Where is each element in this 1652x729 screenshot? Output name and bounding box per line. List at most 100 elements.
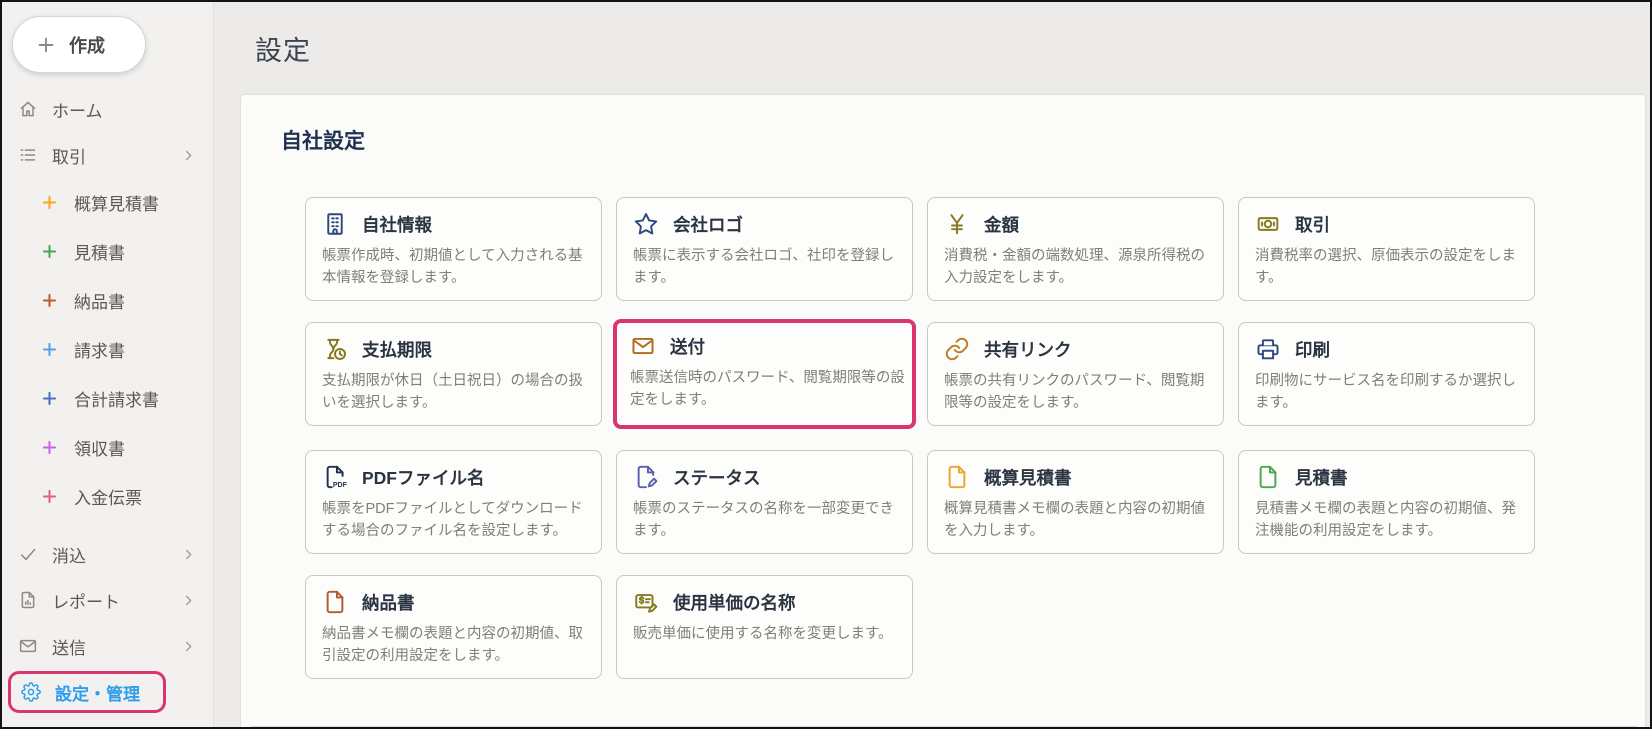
settings-card-status[interactable]: ステータス帳票のステータスの名称を一部変更できます。	[616, 450, 913, 554]
plus-icon	[35, 34, 57, 56]
sidebar-item-send[interactable]: 送信	[2, 623, 213, 669]
settings-card-quote[interactable]: 見積書見積書メモ欄の表題と内容の初期値、発注機能の利用設定をします。	[1238, 450, 1535, 554]
settings-card-delivery-note[interactable]: 納品書納品書メモ欄の表題と内容の初期値、取引設定の利用設定をします。	[305, 575, 602, 679]
settings-card-pdf-filename[interactable]: PDF PDFファイル名帳票をPDFファイルとしてダウンロードする場合のファイル名…	[305, 450, 602, 554]
document-icon	[1255, 464, 1281, 490]
card-title: 会社ロゴ	[673, 212, 743, 237]
sidebar-item-label: 送信	[52, 634, 86, 659]
create-button-label: 作成	[69, 32, 105, 58]
app-window: 作成 ホーム取引概算見積書見積書納品書請求書合計請求書領収書入金伝票消込レポート…	[0, 0, 1652, 729]
settings-card-company-info[interactable]: 自社情報帳票作成時、初期値として入力される基本情報を登録します。	[305, 197, 602, 301]
sidebar-item-label: 納品書	[74, 288, 125, 313]
card-description: 販売単価に使用する名称を変更します。	[633, 624, 904, 646]
card-title: 使用単価の名称	[673, 590, 796, 615]
sidebar-item-label: 見積書	[74, 239, 125, 264]
card-description: 概算見積書メモ欄の表題と内容の初期値を入力します。	[944, 499, 1215, 543]
card-description: 見積書メモ欄の表題と内容の初期値、発注機能の利用設定をします。	[1255, 499, 1526, 543]
card-title: ステータス	[673, 465, 761, 490]
card-header: 支払期限	[322, 336, 593, 362]
card-description: 印刷物にサービス名を印刷するか選択します。	[1255, 371, 1526, 415]
create-button[interactable]: 作成	[12, 16, 146, 73]
sidebar-item-label: 請求書	[74, 337, 125, 362]
card-header: 送付	[630, 333, 907, 359]
card-header: 自社情報	[322, 211, 593, 237]
sidebar-item-invoice[interactable]: 請求書	[2, 325, 213, 374]
section-divider	[251, 726, 1637, 727]
envelope-icon	[630, 333, 656, 359]
plus-icon	[40, 389, 64, 408]
sidebar-item-label: 消込	[52, 542, 86, 567]
card-description: 納品書メモ欄の表題と内容の初期値、取引設定の利用設定をします。	[322, 624, 593, 668]
sidebar-item-deposit-slip[interactable]: 入金伝票	[2, 472, 213, 521]
plus-icon	[40, 438, 64, 457]
sidebar-item-label: レポート	[52, 588, 120, 613]
settings-card-rough-estimate[interactable]: 概算見積書概算見積書メモ欄の表題と内容の初期値を入力します。	[927, 450, 1224, 554]
list-icon	[18, 145, 42, 165]
card-header: 使用単価の名称	[633, 589, 904, 615]
star-icon	[633, 211, 659, 237]
settings-card-shared-link[interactable]: 共有リンク帳票の共有リンクのパスワード、閲覧期限等の設定をします。	[927, 322, 1224, 426]
settings-card-sending[interactable]: 送付帳票送信時のパスワード、閲覧期限等の設定をします。	[613, 319, 916, 429]
card-title: 概算見積書	[984, 465, 1072, 490]
sidebar-item-label: 領収書	[74, 435, 125, 460]
card-header: 金額	[944, 211, 1215, 237]
building-icon	[322, 211, 348, 237]
sidebar-item-settings-management[interactable]: 設定・管理	[8, 671, 166, 713]
settings-card-company-logo[interactable]: 会社ロゴ帳票に表示する会社ロゴ、社印を登録します。	[616, 197, 913, 301]
mail-icon	[18, 636, 42, 656]
main-header: 設定	[214, 2, 1650, 94]
sidebar-item-label: 合計請求書	[74, 386, 159, 411]
document-icon	[322, 589, 348, 615]
card-title: PDFファイル名	[362, 465, 485, 490]
sidebar-item-label: 概算見積書	[74, 190, 159, 215]
unit-price-icon	[633, 589, 659, 615]
card-header: PDF PDFファイル名	[322, 464, 593, 490]
chevron-right-icon	[181, 148, 196, 163]
home-icon	[18, 99, 42, 119]
settings-card-unit-price-name[interactable]: 使用単価の名称販売単価に使用する名称を変更します。	[616, 575, 913, 679]
sidebar-item-report[interactable]: レポート	[2, 577, 213, 623]
plus-icon	[40, 193, 64, 212]
sidebar-item-rough-estimate[interactable]: 概算見積書	[2, 178, 213, 227]
svg-text:PDF: PDF	[333, 482, 348, 489]
settings-card-payment-due[interactable]: 支払期限支払期限が休日（土日祝日）の場合の扱いを選択します。	[305, 322, 602, 426]
sidebar-nav: ホーム取引概算見積書見積書納品書請求書合計請求書領収書入金伝票消込レポート送信設…	[2, 86, 213, 713]
card-title: 共有リンク	[984, 337, 1072, 362]
page-title: 設定	[255, 29, 311, 68]
pdf-file-icon: PDF	[322, 464, 348, 490]
card-description: 帳票に表示する会社ロゴ、社印を登録します。	[633, 246, 904, 290]
yen-icon	[944, 211, 970, 237]
gear-icon	[21, 682, 45, 702]
sidebar-item-total-invoice[interactable]: 合計請求書	[2, 374, 213, 423]
card-title: 取引	[1295, 212, 1330, 237]
card-title: 金額	[984, 212, 1019, 237]
sidebar-item-delivery-note[interactable]: 納品書	[2, 276, 213, 325]
sidebar-item-receipt[interactable]: 領収書	[2, 423, 213, 472]
settings-card-transaction[interactable]: 取引消費税率の選択、原価表示の設定をします。	[1238, 197, 1535, 301]
banknote-icon	[1255, 211, 1281, 237]
settings-panel: 自社設定 自社情報帳票作成時、初期値として入力される基本情報を登録します。会社ロ…	[240, 94, 1646, 727]
card-description: 帳票送信時のパスワード、閲覧期限等の設定をします。	[630, 368, 907, 412]
card-description: 帳票をPDFファイルとしてダウンロードする場合のファイル名を設定します。	[322, 499, 593, 543]
section-title: 自社設定	[281, 125, 1631, 155]
chevron-right-icon	[181, 593, 196, 608]
document-icon	[944, 464, 970, 490]
sidebar-item-quote[interactable]: 見積書	[2, 227, 213, 276]
report-icon	[18, 590, 42, 610]
settings-cards-grid: 自社情報帳票作成時、初期値として入力される基本情報を登録します。会社ロゴ帳票に表…	[305, 197, 1631, 679]
sidebar-item-write-off[interactable]: 消込	[2, 531, 213, 577]
link-icon	[944, 336, 970, 362]
settings-card-amount[interactable]: 金額消費税・金額の端数処理、源泉所得税の入力設定をします。	[927, 197, 1224, 301]
card-description: 消費税・金額の端数処理、源泉所得税の入力設定をします。	[944, 246, 1215, 290]
settings-card-print[interactable]: 印刷印刷物にサービス名を印刷するか選択します。	[1238, 322, 1535, 426]
plus-icon	[40, 291, 64, 310]
sidebar-item-home[interactable]: ホーム	[2, 86, 213, 132]
printer-icon	[1255, 336, 1281, 362]
card-header: 会社ロゴ	[633, 211, 904, 237]
card-header: 取引	[1255, 211, 1526, 237]
sidebar-item-label: 取引	[52, 143, 86, 168]
card-header: ステータス	[633, 464, 904, 490]
card-header: 見積書	[1255, 464, 1526, 490]
card-title: 自社情報	[362, 212, 432, 237]
sidebar-item-transactions[interactable]: 取引	[2, 132, 213, 178]
